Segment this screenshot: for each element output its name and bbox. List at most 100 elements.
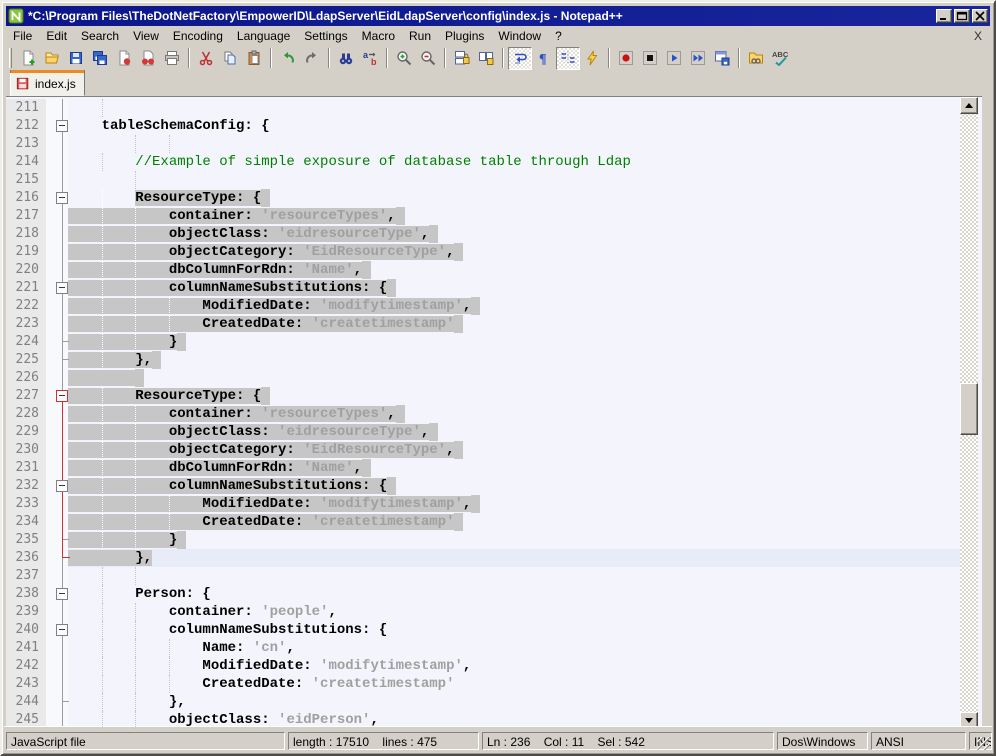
show-indent-guide-button[interactable] (556, 47, 580, 70)
find-button[interactable] (334, 47, 358, 70)
fold-margin[interactable] (46, 135, 68, 153)
fold-margin[interactable] (46, 567, 68, 585)
code-text[interactable]: }, (68, 351, 964, 369)
fold-margin[interactable] (46, 333, 68, 351)
fold-collapse-marker[interactable] (56, 192, 68, 204)
fold-collapse-marker[interactable] (56, 480, 68, 492)
fold-collapse-marker[interactable] (56, 588, 68, 600)
code-text[interactable]: ModifiedDate: 'modifytimestamp', (68, 657, 964, 675)
fold-margin[interactable] (46, 657, 68, 675)
zoom-in-button[interactable] (392, 47, 416, 70)
fold-margin[interactable] (46, 153, 68, 171)
cut-button[interactable] (194, 47, 218, 70)
macro-stop-button[interactable] (638, 47, 662, 70)
code-text[interactable] (68, 567, 964, 585)
replace-button[interactable]: ab (358, 47, 382, 70)
redo-button[interactable] (300, 47, 324, 70)
word-wrap-button[interactable] (508, 47, 532, 70)
fold-margin[interactable] (46, 261, 68, 279)
code-text[interactable]: objectClass: 'eidresourceType', (68, 225, 964, 243)
fold-margin[interactable] (46, 531, 68, 549)
menu-item-edit[interactable]: Edit (39, 27, 74, 45)
menu-item-language[interactable]: Language (230, 27, 297, 45)
menu-item-[interactable]: ? (548, 27, 569, 45)
code-text[interactable]: columnNameSubstitutions: { (68, 621, 964, 639)
code-text[interactable]: dbColumnForRdn: 'Name', (68, 261, 964, 279)
open-file-button[interactable] (40, 47, 64, 70)
copy-button[interactable] (218, 47, 242, 70)
code-text[interactable]: }, (68, 549, 964, 567)
fold-margin[interactable] (46, 369, 68, 387)
save-button[interactable] (64, 47, 88, 70)
fold-margin[interactable] (46, 171, 68, 189)
macro-play-button[interactable] (662, 47, 686, 70)
code-text[interactable]: CreatedDate: 'createtimestamp' (68, 675, 964, 693)
fold-margin[interactable] (46, 279, 68, 297)
spell-check-button[interactable]: ABC (768, 47, 792, 70)
fold-margin[interactable] (46, 459, 68, 477)
fold-collapse-marker-active[interactable] (56, 390, 68, 402)
code-text[interactable]: } (68, 333, 964, 351)
code-text[interactable]: columnNameSubstitutions: { (68, 477, 964, 495)
code-text[interactable]: container: 'resourceTypes', (68, 405, 964, 423)
code-text[interactable] (68, 135, 964, 153)
open-containing-folder-button[interactable] (744, 47, 768, 70)
fold-margin[interactable] (46, 621, 68, 639)
code-text[interactable] (68, 171, 964, 189)
menu-item-settings[interactable]: Settings (297, 27, 354, 45)
code-text[interactable]: objectCategory: 'EidResourceType', (68, 441, 964, 459)
code-text[interactable]: columnNameSubstitutions: { (68, 279, 964, 297)
vertical-scrollbar[interactable] (960, 97, 978, 729)
code-text[interactable]: ModifiedDate: 'modifytimestamp', (68, 297, 964, 315)
fold-collapse-marker[interactable] (56, 282, 68, 294)
fold-margin[interactable] (46, 243, 68, 261)
code-text[interactable]: }, (68, 693, 964, 711)
code-text[interactable]: dbColumnForRdn: 'Name', (68, 459, 964, 477)
code-text[interactable]: objectCategory: 'EidResourceType', (68, 243, 964, 261)
close-all-button[interactable] (136, 47, 160, 70)
print-button[interactable] (160, 47, 184, 70)
fold-margin[interactable] (46, 207, 68, 225)
fold-margin[interactable] (46, 441, 68, 459)
macro-run-multiple-button[interactable] (686, 47, 710, 70)
code-text[interactable]: ResourceType: { (68, 189, 964, 207)
fold-margin[interactable] (46, 405, 68, 423)
sync-horizontal-button[interactable] (474, 47, 498, 70)
maximize-button[interactable] (954, 9, 970, 23)
scroll-up-button[interactable] (960, 97, 978, 114)
menu-item-encoding[interactable]: Encoding (166, 27, 230, 45)
code-text[interactable]: objectClass: 'eidresourceType', (68, 423, 964, 441)
fold-margin[interactable] (46, 351, 68, 369)
fold-margin[interactable] (46, 477, 68, 495)
close-document-button[interactable]: X (966, 29, 990, 43)
code-text[interactable]: tableSchemaConfig: { (68, 117, 964, 135)
fold-margin[interactable] (46, 189, 68, 207)
code-text[interactable]: Person: { (68, 585, 964, 603)
show-all-characters-button[interactable]: ¶ (532, 47, 556, 70)
tab-index-js[interactable]: index.js (10, 73, 85, 96)
fold-collapse-marker[interactable] (56, 120, 68, 132)
code-text[interactable]: Name: 'cn', (68, 639, 964, 657)
minimize-button[interactable] (936, 9, 952, 23)
sync-vertical-button[interactable] (450, 47, 474, 70)
menu-item-file[interactable]: File (6, 27, 39, 45)
resize-grip[interactable] (977, 737, 990, 750)
menu-item-macro[interactable]: Macro (355, 27, 402, 45)
code-text[interactable]: ResourceType: { (68, 387, 964, 405)
function-list-button[interactable] (580, 47, 604, 70)
code-text[interactable]: //Example of simple exposure of database… (68, 153, 964, 171)
code-text[interactable]: container: 'people', (68, 603, 964, 621)
fold-margin[interactable] (46, 387, 68, 405)
code-text[interactable]: } (68, 531, 964, 549)
save-all-button[interactable] (88, 47, 112, 70)
fold-margin[interactable] (46, 495, 68, 513)
menu-item-run[interactable]: Run (402, 27, 438, 45)
menu-item-window[interactable]: Window (491, 27, 548, 45)
fold-margin[interactable] (46, 693, 68, 711)
undo-button[interactable] (276, 47, 300, 70)
macro-save-button[interactable] (710, 47, 734, 70)
fold-margin[interactable] (46, 639, 68, 657)
code-text[interactable]: container: 'resourceTypes', (68, 207, 964, 225)
fold-margin[interactable] (46, 297, 68, 315)
fold-margin[interactable] (46, 315, 68, 333)
